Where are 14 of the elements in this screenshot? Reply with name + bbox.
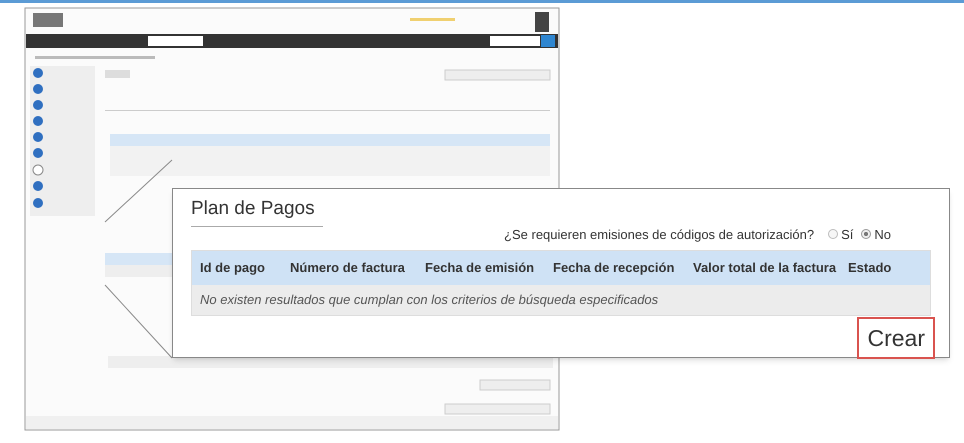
column-header: Fecha de emisión: [425, 259, 536, 278]
radio-button[interactable]: [828, 229, 838, 240]
column-header: Estado: [848, 259, 892, 278]
radio-label: Sí: [841, 226, 854, 244]
radio-button[interactable]: [861, 229, 872, 240]
create-button[interactable]: Crear: [857, 317, 935, 359]
column-header: Número de factura: [290, 259, 406, 278]
column-header: Fecha de recepción: [553, 259, 676, 278]
column-header: Id de pago: [200, 259, 266, 278]
panel-title: Plan de Pagos: [191, 195, 323, 226]
empty-message: No existen resultados que cumplan con los criterios de búsqueda especificados: [192, 285, 930, 315]
radio-label: No: [874, 226, 891, 244]
column-header: Valor total de la factura: [693, 259, 838, 278]
question-label: ¿Se requieren emisiones de códigos de autorización?: [504, 226, 814, 244]
